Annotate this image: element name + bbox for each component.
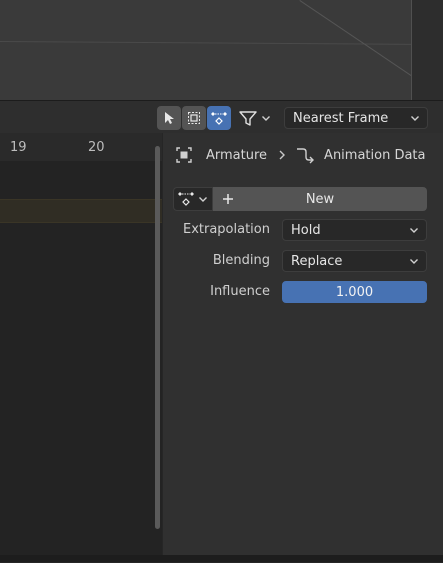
filter-icon xyxy=(239,111,257,126)
extrapolation-label: Extrapolation xyxy=(182,222,270,237)
chevron-down-icon xyxy=(199,197,207,202)
action-browse-button[interactable] xyxy=(173,187,213,211)
action-icon xyxy=(178,192,194,206)
keyframe-select-button[interactable] xyxy=(207,106,231,130)
frame-number: 19 xyxy=(10,140,27,155)
keyframe-select-icon xyxy=(211,112,227,125)
box-select-button[interactable] xyxy=(182,106,206,130)
grid-line xyxy=(0,41,412,45)
chevron-down-icon xyxy=(410,259,418,264)
blending-value: Replace xyxy=(291,253,343,269)
action-track-row[interactable] xyxy=(0,199,162,223)
vertical-scrollbar[interactable] xyxy=(155,146,160,529)
bottom-border xyxy=(0,555,443,562)
animation-data-icon xyxy=(297,148,315,164)
snap-mode-dropdown[interactable]: Nearest Frame xyxy=(284,107,428,129)
blending-label: Blending xyxy=(212,253,270,268)
filter-button[interactable] xyxy=(238,106,276,130)
chevron-right-icon xyxy=(279,150,286,160)
influence-label: Influence xyxy=(210,284,270,299)
extrapolation-value: Hold xyxy=(291,222,321,238)
box-select-icon xyxy=(188,112,200,124)
chevron-down-icon xyxy=(411,116,419,121)
influence-slider[interactable]: 1.000 xyxy=(282,281,427,303)
tweak-select-button[interactable] xyxy=(157,106,181,130)
breadcrumb-animation-data: Animation Data xyxy=(324,147,426,163)
viewport-side-strip xyxy=(412,0,443,100)
frame-number: 20 xyxy=(88,140,105,155)
viewport-area[interactable] xyxy=(0,0,443,100)
breadcrumb: Armature Animation Data xyxy=(175,145,426,165)
cursor-icon xyxy=(165,112,174,124)
snap-mode-value: Nearest Frame xyxy=(293,110,389,126)
extrapolation-dropdown[interactable]: Hold xyxy=(282,219,427,241)
new-action-label: New xyxy=(305,191,335,207)
chevron-down-icon xyxy=(262,116,270,121)
blending-dropdown[interactable]: Replace xyxy=(282,250,427,272)
armature-object-icon xyxy=(176,147,192,163)
select-mode-group xyxy=(157,106,231,130)
chevron-down-icon xyxy=(410,228,418,233)
influence-value: 1.000 xyxy=(335,284,374,300)
new-action-button[interactable]: New xyxy=(213,187,427,211)
breadcrumb-object: Armature xyxy=(206,147,268,163)
